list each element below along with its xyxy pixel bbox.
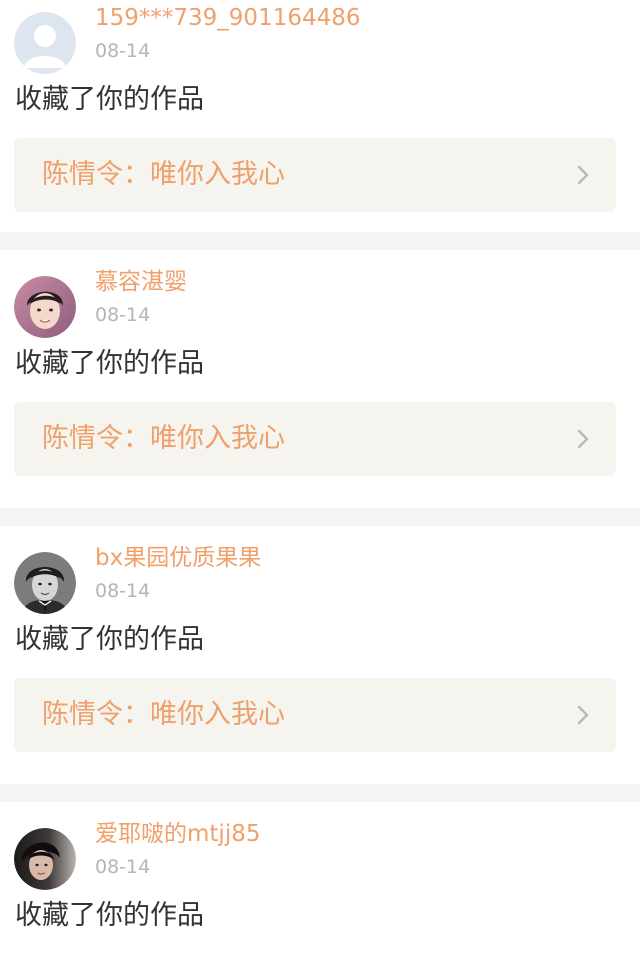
timestamp: 08-14 — [95, 856, 151, 878]
work-link[interactable]: 陈情令：唯你入我心 — [14, 138, 616, 212]
user-avatar[interactable] — [14, 552, 76, 614]
work-title: 陈情令：唯你入我心 — [42, 159, 285, 190]
notification-card: 慕容湛婴 08-14 收藏了你的作品 陈情令：唯你入我心 — [0, 250, 640, 508]
user-avatar[interactable] — [14, 276, 76, 338]
timestamp: 08-14 — [95, 304, 151, 326]
timestamp: 08-14 — [95, 40, 151, 62]
action-text: 收藏了你的作品 — [15, 624, 204, 655]
action-text: 收藏了你的作品 — [15, 900, 204, 931]
notification-feed: 159***739_901164486 08-14 收藏了你的作品 陈情令：唯你… — [0, 0, 640, 956]
user-avatar[interactable] — [14, 828, 76, 890]
default-avatar-icon[interactable] — [14, 12, 76, 74]
notification-card: 159***739_901164486 08-14 收藏了你的作品 陈情令：唯你… — [0, 0, 640, 232]
chevron-right-icon — [577, 429, 589, 449]
username[interactable]: 爱耶啵的mtjj85 — [95, 820, 260, 848]
timestamp: 08-14 — [95, 580, 151, 602]
action-text: 收藏了你的作品 — [15, 84, 204, 115]
notification-card: bx果园优质果果 08-14 收藏了你的作品 陈情令：唯你入我心 — [0, 526, 640, 784]
chevron-right-icon — [577, 165, 589, 185]
action-text: 收藏了你的作品 — [15, 348, 204, 379]
chevron-right-icon — [577, 705, 589, 725]
work-title: 陈情令：唯你入我心 — [42, 699, 285, 730]
work-title: 陈情令：唯你入我心 — [42, 423, 285, 454]
username[interactable]: bx果园优质果果 — [95, 544, 261, 572]
work-link[interactable]: 陈情令：唯你入我心 — [14, 678, 616, 752]
username[interactable]: 159***739_901164486 — [95, 4, 361, 32]
notification-card: 爱耶啵的mtjj85 08-14 收藏了你的作品 — [0, 802, 640, 956]
work-link[interactable]: 陈情令：唯你入我心 — [14, 402, 616, 476]
username[interactable]: 慕容湛婴 — [95, 268, 187, 296]
